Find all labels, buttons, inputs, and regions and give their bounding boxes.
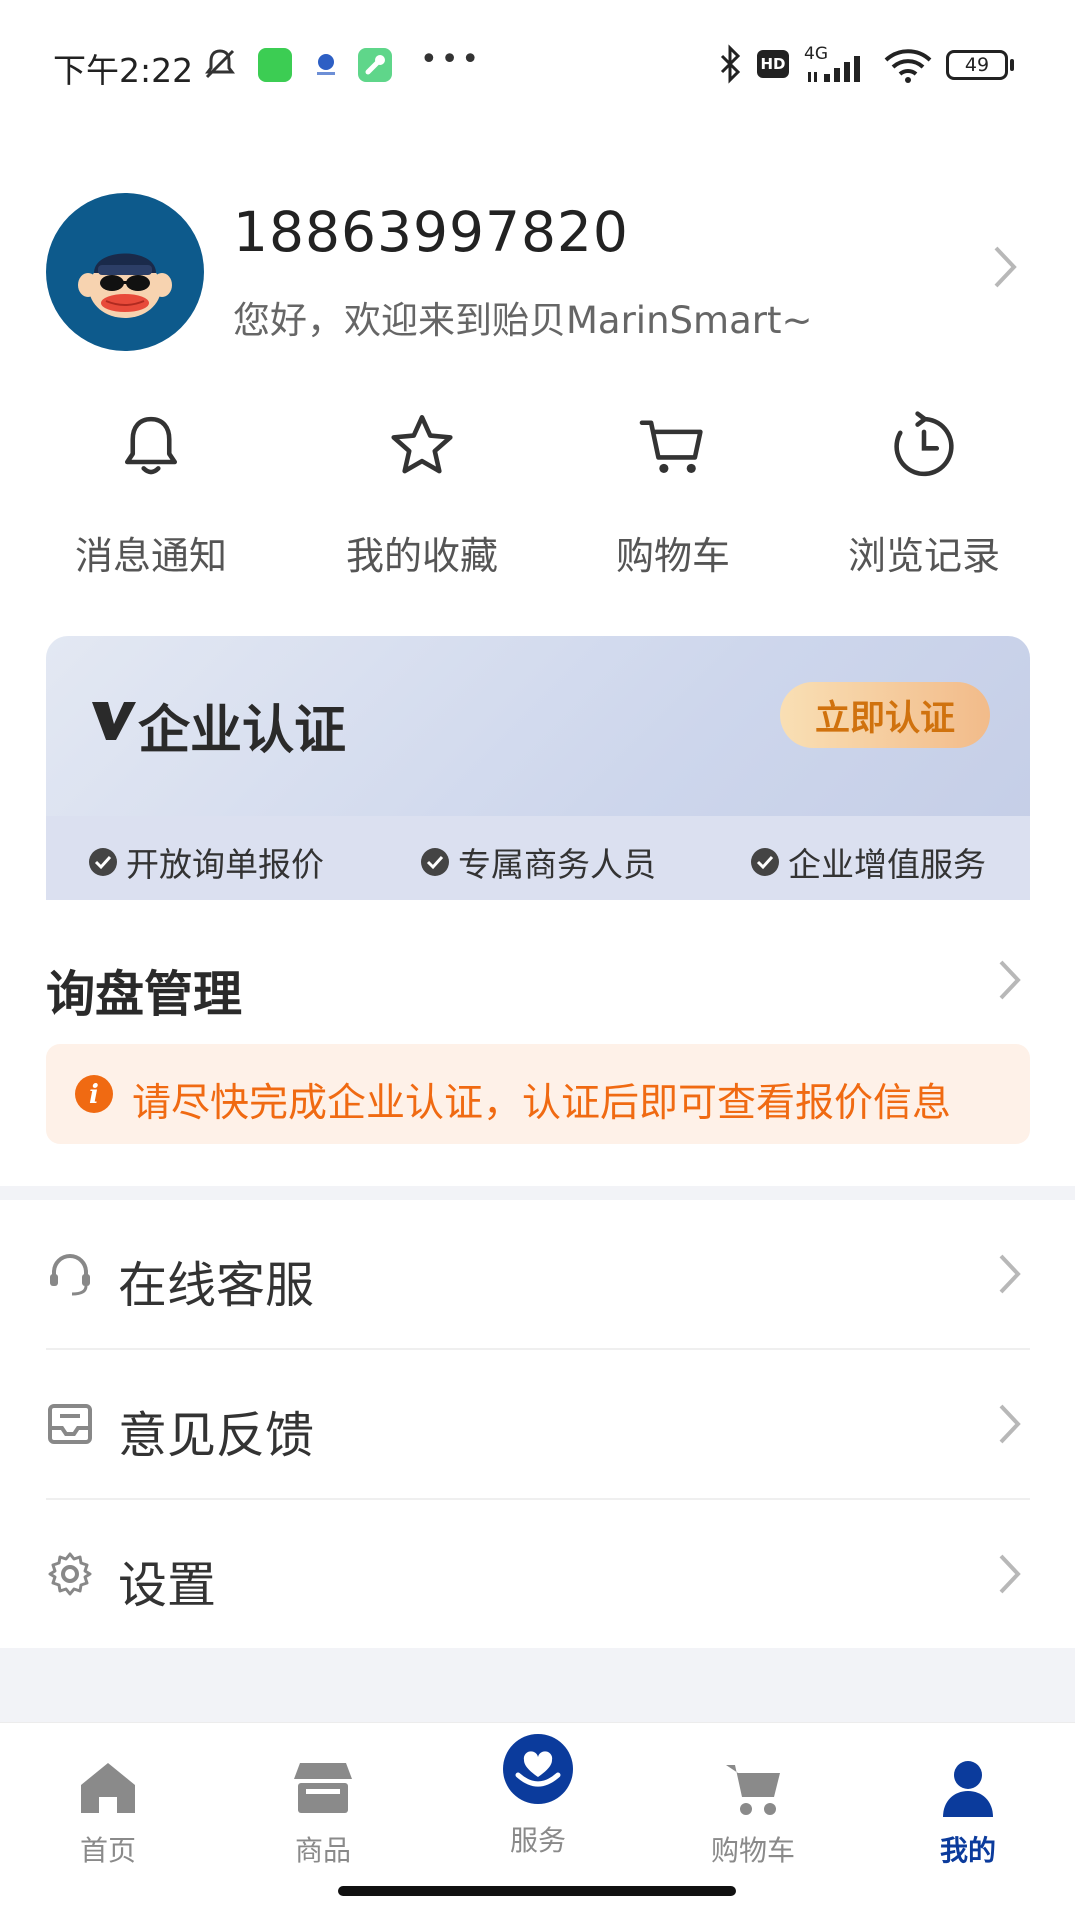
certify-now-button[interactable]: 立即认证: [780, 682, 990, 748]
quick-action-cart[interactable]: 购物车: [563, 410, 783, 580]
messages-app-icon: [258, 48, 292, 82]
gear-icon: [48, 1552, 92, 1596]
inquiry-chevron-icon[interactable]: [996, 958, 1024, 1006]
quick-action-label: 我的收藏: [345, 534, 498, 578]
tab-label: 商品: [294, 1834, 351, 1867]
feedback-icon: [48, 1404, 92, 1444]
inquiry-title[interactable]: 询盘管理: [46, 955, 242, 1026]
signal-icon: [804, 50, 870, 88]
clock-icon: [894, 411, 954, 477]
perk-label: 专属商务人员: [458, 845, 656, 884]
profile-chevron-icon[interactable]: [990, 244, 1020, 294]
welcome-text: 您好，欢迎来到贻贝MarinSmart~: [233, 299, 813, 342]
certification-perks: 开放询单报价 专属商务人员 企业增值服务: [46, 816, 1030, 902]
tab-label: 首页: [79, 1834, 136, 1867]
chevron-right-icon: [999, 1404, 1021, 1444]
home-icon: [81, 1763, 135, 1813]
svg-text:i: i: [89, 1080, 99, 1110]
chevron-right-icon: [999, 1254, 1021, 1294]
quick-action-label: 消息通知: [74, 534, 227, 578]
hd-badge: HD: [757, 50, 789, 78]
notice-text: 请尽快完成企业认证，认证后即可查看报价信息: [132, 1081, 952, 1126]
more-notifications-icon: •••: [420, 42, 483, 77]
check-icon: [421, 848, 449, 876]
user-phone: 18863997820: [233, 200, 629, 264]
section-gap: [0, 1186, 1075, 1200]
perk-item: 企业增值服务: [750, 838, 986, 886]
tab-label: 服务: [509, 1824, 566, 1857]
page-background: [0, 1648, 1075, 1723]
headset-icon: [50, 1254, 90, 1296]
cart-icon: [726, 1765, 780, 1815]
home-indicator[interactable]: [338, 1886, 736, 1896]
quick-action-favorites[interactable]: 我的收藏: [312, 410, 532, 580]
tools-app-icon: [358, 48, 392, 82]
info-icon: i: [74, 1074, 114, 1118]
quick-action-label: 浏览记录: [847, 534, 1000, 578]
avatar[interactable]: [46, 193, 204, 351]
tab-home[interactable]: 首页: [18, 1757, 198, 1869]
quick-action-history[interactable]: 浏览记录: [814, 410, 1034, 580]
menu-item-settings[interactable]: 设置: [46, 1500, 1030, 1648]
tab-label: 我的: [939, 1834, 996, 1867]
battery-tip: [1010, 59, 1014, 71]
mute-icon: [200, 44, 240, 84]
perk-item: 专属商务人员: [420, 838, 656, 886]
tab-label: 购物车: [710, 1834, 795, 1867]
menu-label: 在线客服: [118, 1257, 315, 1314]
star-icon: [391, 415, 453, 474]
perk-item: 开放询单报价: [88, 838, 324, 886]
app-logo-icon: [311, 50, 341, 78]
menu-item-customer-service[interactable]: 在线客服: [46, 1200, 1030, 1348]
v-badge-icon: [90, 696, 138, 748]
menu-label: 设置: [118, 1557, 217, 1614]
certification-card: 企业认证 立即认证 开放询单报价 专属商务人员 企业增值服务: [46, 636, 1030, 902]
wifi-icon: [882, 46, 934, 90]
certification-title: 企业认证: [138, 701, 347, 761]
battery-icon: 49: [946, 50, 1008, 80]
user-icon: [943, 1761, 993, 1817]
menu-item-feedback[interactable]: 意见反馈: [46, 1350, 1030, 1498]
check-icon: [89, 848, 117, 876]
chevron-right-icon: [999, 1554, 1021, 1594]
menu-label: 意见反馈: [118, 1407, 315, 1464]
tab-service[interactable]: 服务: [448, 1733, 628, 1859]
battery-level: 49: [964, 54, 990, 76]
store-icon: [294, 1763, 352, 1813]
status-bar: 下午2:22 ••• HD 4G 49: [0, 0, 1075, 130]
service-icon: [503, 1734, 573, 1804]
cart-icon: [639, 420, 703, 473]
check-icon: [751, 848, 779, 876]
quick-action-label: 购物车: [615, 534, 730, 578]
tab-mine[interactable]: 我的: [878, 1757, 1058, 1869]
perk-label: 企业增值服务: [788, 845, 986, 884]
quick-action-notifications[interactable]: 消息通知: [41, 410, 261, 580]
tab-products[interactable]: 商品: [233, 1757, 413, 1869]
certification-notice: i 请尽快完成企业认证，认证后即可查看报价信息: [46, 1044, 1030, 1144]
status-time: 下午2:22: [53, 51, 194, 90]
bluetooth-icon: [716, 44, 744, 88]
perk-label: 开放询单报价: [126, 845, 324, 884]
tab-cart[interactable]: 购物车: [663, 1757, 843, 1869]
bell-icon: [124, 416, 178, 475]
